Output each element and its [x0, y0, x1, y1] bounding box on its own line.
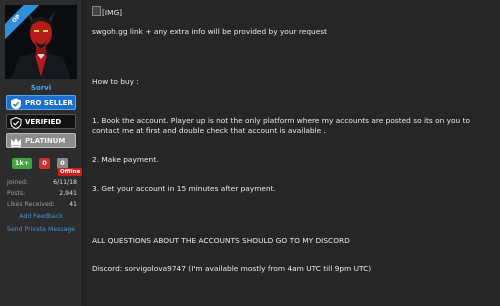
swgoh-link-line: swgoh.gg link + any extra info will be p…: [92, 27, 327, 36]
positive-feedback-count[interactable]: 1k+: [12, 158, 32, 169]
pro-seller-label: PRO SELLER: [25, 99, 73, 107]
crown-icon: [11, 137, 21, 147]
posts-label: Posts:: [7, 190, 26, 197]
joined-label: Joined:: [7, 179, 29, 186]
avatar[interactable]: OP: [5, 5, 77, 79]
platinum-banner: PLATINUM: [6, 133, 76, 148]
verified-banner: VERIFIED: [6, 114, 76, 129]
broken-image: [IMG]: [92, 6, 122, 18]
verified-label: VERIFIED: [25, 118, 62, 126]
shield-check-icon: [11, 98, 21, 109]
step-2: 2. Make payment.: [92, 155, 159, 164]
questions-line: ALL QUESTIONS ABOUT THE ACCOUNTS SHOULD …: [92, 236, 350, 245]
broken-image-icon: [92, 6, 101, 16]
how-to-buy-heading: How to buy :: [92, 77, 139, 86]
discord-line: Discord: sorvigolova9747 (I'm available …: [92, 264, 372, 273]
post-message: [IMG] swgoh.gg link + any extra info wil…: [92, 0, 496, 306]
username[interactable]: Sorvi: [0, 84, 82, 92]
user-info-panel: OP Sorvi PRO SELLER VERIFIED PLATINUM 1k…: [0, 0, 83, 306]
pro-seller-banner: PRO SELLER: [6, 95, 76, 110]
send-private-message-link[interactable]: Send Private Message: [0, 226, 82, 233]
forum-post: OP Sorvi PRO SELLER VERIFIED PLATINUM 1k…: [0, 0, 500, 306]
step-1: 1. Book the account. Player up is not th…: [92, 116, 470, 135]
platinum-label: PLATINUM: [25, 137, 66, 145]
status-badge: Offline: [58, 168, 83, 176]
negative-feedback-count[interactable]: 0: [39, 158, 50, 169]
shield-check-icon: [10, 116, 22, 129]
posts-value: 2,941: [59, 190, 77, 197]
step-3: 3. Get your account in 15 minutes after …: [92, 184, 276, 193]
add-feedback-link[interactable]: Add Feedback: [0, 213, 82, 220]
likes-value: 41: [69, 201, 77, 208]
image-alt-text: [IMG]: [102, 8, 123, 17]
joined-value: 6/11/18: [53, 179, 77, 186]
likes-label: Likes Received:: [7, 201, 55, 208]
